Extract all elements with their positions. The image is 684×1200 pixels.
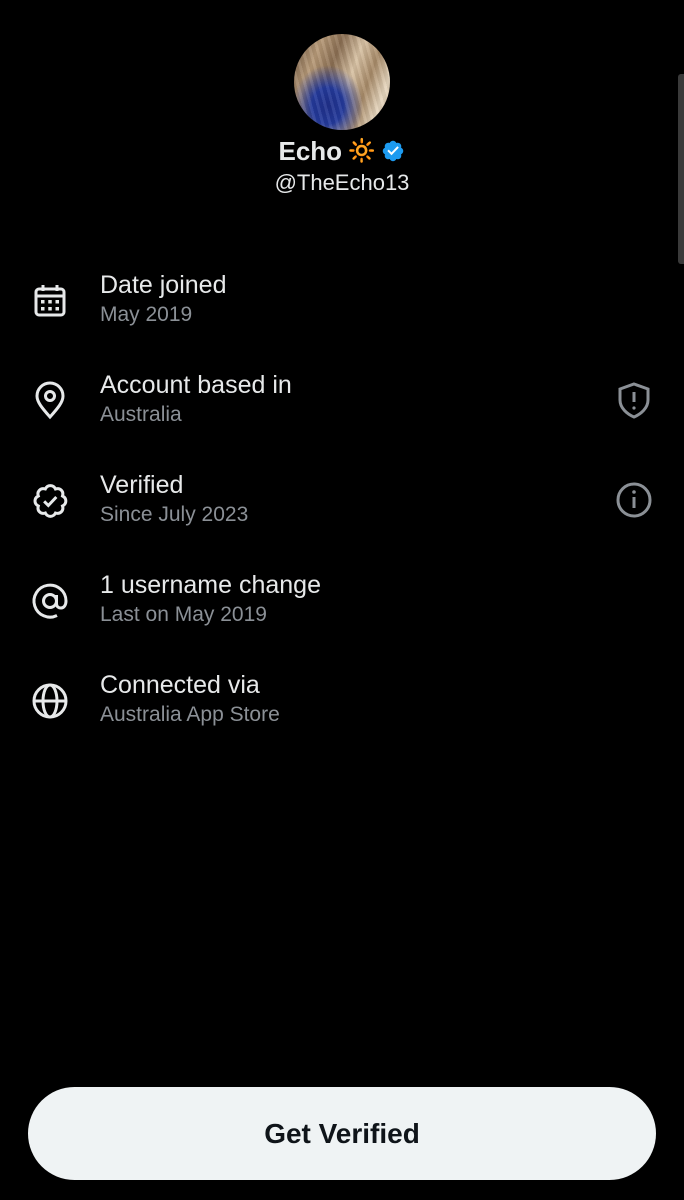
- info-row-verified: Verified Since July 2023: [0, 456, 684, 556]
- info-row-text: Connected via Australia App Store: [100, 668, 280, 728]
- at-sign-icon: [30, 581, 70, 621]
- info-row-text: Verified Since July 2023: [100, 468, 248, 528]
- shield-alert-icon[interactable]: [614, 380, 654, 420]
- info-row-title: Account based in: [100, 371, 292, 399]
- verified-badge-icon: [381, 139, 405, 163]
- info-icon[interactable]: [614, 480, 654, 520]
- info-row-subtitle: Since July 2023: [100, 503, 249, 526]
- verified-seal-icon: [30, 481, 70, 521]
- location-pin-icon: [30, 381, 70, 421]
- info-row-title: 1 username change: [100, 571, 321, 599]
- info-row-account-based-in: Account based in Australia: [0, 356, 684, 456]
- info-row-subtitle: Australia App Store: [100, 703, 280, 726]
- calendar-icon: [30, 281, 70, 321]
- profile-header: Echo 🔆 @TheEcho13: [0, 34, 684, 196]
- get-verified-button[interactable]: Get Verified: [28, 1087, 656, 1180]
- globe-icon: [30, 681, 70, 721]
- sun-emoji-icon: 🔆: [348, 138, 376, 163]
- info-row-subtitle: Australia: [100, 403, 182, 426]
- user-handle: @TheEcho13: [274, 170, 410, 195]
- info-row-text: Date joined May 2019: [100, 268, 226, 328]
- info-row-title: Verified: [100, 471, 184, 499]
- info-row-date-joined: Date joined May 2019: [0, 256, 684, 356]
- info-row-title: Date joined: [100, 271, 227, 299]
- info-row-title: Connected via: [100, 671, 260, 699]
- account-info-list: Date joined May 2019 Account based in Au…: [0, 256, 684, 756]
- display-name: Echo: [278, 135, 343, 166]
- info-row-connected-via: Connected via Australia App Store: [0, 656, 684, 756]
- name-row: Echo 🔆: [0, 136, 684, 166]
- info-row-username-change: 1 username change Last on May 2019: [0, 556, 684, 656]
- info-row-subtitle: May 2019: [100, 303, 193, 326]
- info-row-text: 1 username change Last on May 2019: [100, 568, 321, 628]
- avatar[interactable]: [294, 34, 390, 130]
- info-row-text: Account based in Australia: [100, 368, 292, 428]
- info-row-subtitle: Last on May 2019: [100, 603, 267, 626]
